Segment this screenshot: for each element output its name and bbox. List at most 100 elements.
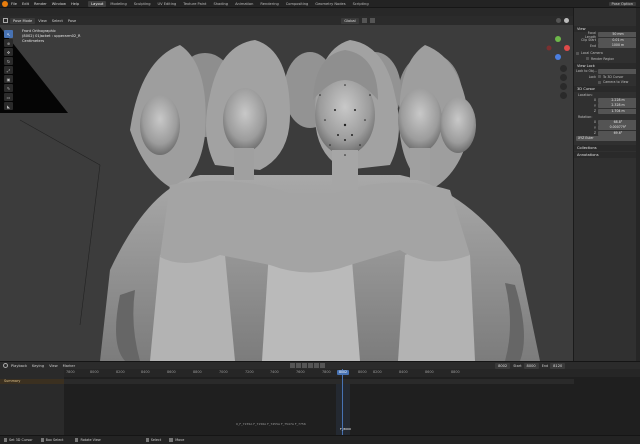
marker-current[interactable]: F_8000 bbox=[340, 427, 351, 431]
timeline-channel-list: Summary bbox=[0, 369, 64, 435]
timeline-markers[interactable]: 0_F_7155A F_7156A F_7455A F_7547A F_7756 bbox=[236, 422, 306, 426]
tab-scripting[interactable]: Scripting bbox=[350, 1, 372, 7]
summary-channel[interactable]: Summary bbox=[0, 379, 64, 384]
clip-end-field[interactable]: 1000 m bbox=[598, 43, 638, 49]
editor-type-icon[interactable] bbox=[3, 18, 8, 23]
mode-selector[interactable]: Pose Mode bbox=[10, 17, 36, 24]
jump-start-icon[interactable] bbox=[290, 363, 296, 368]
tab-animation[interactable]: Animation bbox=[232, 1, 256, 7]
lock-to-object-label: Lock to Obj... bbox=[576, 69, 597, 74]
loc-z-row: Z 1.704 m bbox=[574, 108, 640, 115]
status-bar: Set 3D Cursor Box Select Rotate View Sel… bbox=[0, 435, 640, 444]
playback-controls bbox=[290, 363, 326, 368]
playback-menu[interactable]: Playback bbox=[11, 364, 27, 368]
blender-logo-icon[interactable] bbox=[2, 0, 8, 7]
playhead-handle[interactable]: 8002 bbox=[337, 370, 349, 375]
ruler-tick: 8400 bbox=[141, 370, 150, 374]
cursor-rot-y-field[interactable]: 0.000779° bbox=[598, 125, 638, 131]
cursor-z-field[interactable]: 1.704 m bbox=[598, 108, 638, 114]
jump-end-icon[interactable] bbox=[320, 363, 326, 368]
ruler-tick: 8600 bbox=[425, 370, 434, 374]
tab-sculpting[interactable]: Sculpting bbox=[131, 1, 154, 7]
status-select: Select bbox=[150, 438, 162, 442]
select-box-tool-icon[interactable]: ↖ bbox=[4, 30, 13, 38]
ruler-tick: 8200 bbox=[373, 370, 382, 374]
rotation-mode-dropdown[interactable]: XYZ Euler bbox=[576, 136, 638, 142]
cursor-rot-z-field[interactable]: 69.6° bbox=[598, 130, 638, 136]
ruler-tick: 8800 bbox=[193, 370, 202, 374]
rotate-tool-icon[interactable]: ↻ bbox=[4, 57, 13, 65]
tool-shelf: ↖ ⊕ ✥ ↻ ⤢ ▣ ✎ ▭ ◣ bbox=[4, 30, 15, 111]
clip-start-label: Clip Start bbox=[581, 38, 596, 43]
menu-file[interactable]: File bbox=[11, 2, 17, 6]
transform-tool-icon[interactable]: ▣ bbox=[4, 75, 13, 83]
pan-icon[interactable] bbox=[560, 74, 567, 81]
camera-view-icon[interactable] bbox=[560, 83, 567, 90]
timeline-area[interactable] bbox=[0, 377, 640, 435]
cursor-tool-icon[interactable]: ⊕ bbox=[4, 39, 13, 47]
prev-key-icon[interactable] bbox=[296, 363, 302, 368]
section-collections[interactable]: Collections bbox=[574, 144, 640, 151]
section-annotations[interactable]: Annotations bbox=[574, 151, 640, 158]
local-camera-checkbox[interactable] bbox=[576, 51, 579, 55]
tab-shading[interactable]: Shading bbox=[210, 1, 231, 7]
tab-layout[interactable]: Layout bbox=[88, 0, 107, 7]
view-menu-timeline[interactable]: View bbox=[49, 364, 58, 368]
timeline-editor-icon[interactable] bbox=[3, 363, 8, 368]
transform-orientation-dropdown[interactable]: Global bbox=[341, 17, 359, 24]
next-key-icon[interactable] bbox=[314, 363, 320, 368]
cursor-rot-x-field[interactable]: 68.8° bbox=[598, 119, 638, 125]
3d-viewport[interactable]: Front Orthographic (8002) 01Jacket : upp… bbox=[0, 25, 573, 361]
shading-solid-icon[interactable] bbox=[564, 18, 569, 23]
scale-tool-icon[interactable]: ⤢ bbox=[4, 66, 13, 74]
bone-size-tool-icon[interactable]: ◣ bbox=[4, 102, 13, 110]
ortho-toggle-icon[interactable] bbox=[560, 92, 567, 99]
menu-edit[interactable]: Edit bbox=[22, 2, 29, 6]
scene-selector[interactable]: Pose Option bbox=[608, 1, 636, 6]
menu-render[interactable]: Render bbox=[34, 2, 47, 6]
tab-uv-editing[interactable]: UV Editing bbox=[155, 1, 180, 7]
render-region-checkbox[interactable] bbox=[586, 57, 589, 61]
menu-window[interactable]: Window bbox=[52, 2, 66, 6]
start-frame-field[interactable]: 8000 bbox=[523, 362, 539, 369]
camera-to-view-checkbox[interactable] bbox=[598, 80, 601, 84]
keying-menu[interactable]: Keying bbox=[32, 364, 44, 368]
move-tool-icon[interactable]: ✥ bbox=[4, 48, 13, 56]
torso-right bbox=[398, 247, 475, 361]
cursor-x-field[interactable]: 2.228 m bbox=[598, 97, 638, 103]
menu-help[interactable]: Help bbox=[71, 2, 79, 6]
lock-object-field[interactable] bbox=[598, 68, 638, 74]
tab-rendering[interactable]: Rendering bbox=[257, 1, 281, 7]
marker-menu[interactable]: Marker bbox=[63, 364, 75, 368]
select-menu[interactable]: Select bbox=[52, 19, 63, 23]
tab-compositing[interactable]: Compositing bbox=[283, 1, 312, 7]
clip-start-row: Clip Start 0.01 m bbox=[574, 37, 640, 44]
focal-length-field[interactable]: 50 mm bbox=[598, 32, 638, 38]
play-reverse-icon[interactable] bbox=[302, 363, 308, 368]
end-frame-field[interactable]: 8120 bbox=[550, 362, 566, 369]
ruler-tick: 8200 bbox=[116, 370, 125, 374]
measure-tool-icon[interactable]: ▭ bbox=[4, 93, 13, 101]
clip-start-field[interactable]: 0.01 m bbox=[598, 37, 638, 43]
play-icon[interactable] bbox=[308, 363, 314, 368]
annotate-tool-icon[interactable]: ✎ bbox=[4, 84, 13, 92]
lock-cursor-checkbox[interactable] bbox=[598, 75, 601, 79]
face-right bbox=[440, 97, 476, 153]
focal-length-row: Focal Length 50 mm bbox=[574, 31, 640, 39]
current-frame-field[interactable]: 8002 bbox=[495, 362, 511, 369]
gizmo-neg-x-icon bbox=[546, 45, 552, 51]
navigation-gizmo[interactable] bbox=[545, 35, 571, 61]
cursor-y-field[interactable]: 2.328 m bbox=[598, 103, 638, 109]
loc-z-label: Z bbox=[593, 109, 596, 114]
tab-geometry-nodes[interactable]: Geometry Nodes bbox=[312, 1, 348, 7]
snap-icon[interactable] bbox=[361, 18, 367, 23]
overlays-icon[interactable] bbox=[556, 18, 561, 23]
pose-menu[interactable]: Pose bbox=[68, 19, 76, 23]
timeline-ruler[interactable]: 7800 8000 8200 8400 8600 8800 7000 7200 … bbox=[0, 369, 640, 377]
main-menu: File Edit Render Window Help bbox=[11, 2, 84, 6]
tab-modeling[interactable]: Modeling bbox=[107, 1, 129, 7]
proportional-icon[interactable] bbox=[369, 18, 375, 23]
view-menu[interactable]: View bbox=[38, 19, 47, 23]
tab-texture-paint[interactable]: Texture Paint bbox=[180, 1, 209, 7]
zoom-icon[interactable] bbox=[560, 65, 567, 72]
